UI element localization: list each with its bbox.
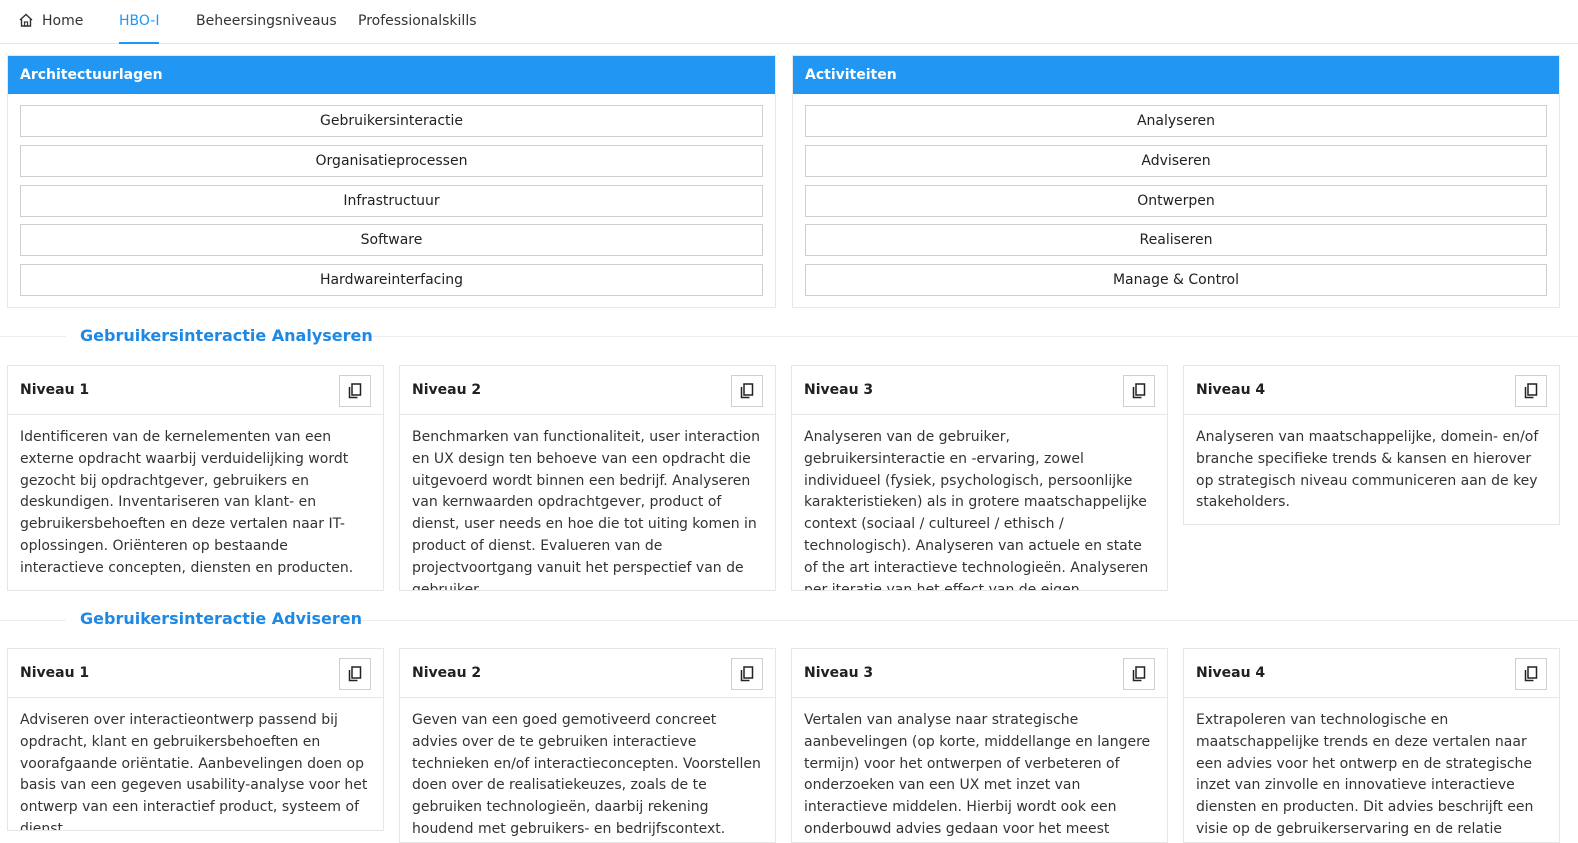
copy-icon — [1524, 383, 1538, 399]
level-card-3: Niveau 3 Vertalen van analyse naar strat… — [791, 648, 1168, 843]
level-description: Adviseren over interactieontwerp passend… — [20, 712, 368, 831]
copy-button[interactable] — [1123, 375, 1155, 407]
level-title: Niveau 1 — [20, 665, 90, 681]
level-title: Niveau 2 — [412, 382, 482, 398]
level-description: Vertalen van analyse naar strategische a… — [804, 712, 1151, 837]
copy-button[interactable] — [1515, 658, 1547, 690]
home-icon — [19, 13, 33, 27]
activiteiten-panel: Activiteiten Analyseren Adviseren Ontwer… — [792, 55, 1560, 308]
layer-button-infrastructuur[interactable]: Infrastructuur — [20, 185, 763, 217]
copy-icon — [740, 383, 754, 399]
architectuurlagen-panel: Architectuurlagen Gebruikersinteractie O… — [7, 55, 776, 308]
section-title-adviseren: Gebruikersinteractie Adviseren — [80, 609, 363, 628]
copy-icon — [1524, 666, 1538, 682]
activity-button-ontwerpen[interactable]: Ontwerpen — [805, 185, 1547, 217]
level-title: Niveau 3 — [804, 665, 874, 681]
tab-professionalskills[interactable]: Professionalskills — [358, 0, 477, 44]
layer-button-software[interactable]: Software — [20, 224, 763, 256]
level-card-2: Niveau 2 Benchmarken van functionaliteit… — [399, 365, 776, 591]
copy-button[interactable] — [339, 658, 371, 690]
activity-button-manage-control[interactable]: Manage & Control — [805, 264, 1547, 296]
level-description: Analyseren van de gebruiker, gebruikersi… — [804, 429, 1149, 591]
layer-button-organisatieprocessen[interactable]: Organisatieprocessen — [20, 145, 763, 177]
section-title-analyseren: Gebruikersinteractie Analyseren — [80, 326, 373, 345]
level-card-4: Niveau 4 Extrapoleren van technologische… — [1183, 648, 1560, 843]
level-description: Extrapoleren van technologische en maats… — [1196, 712, 1534, 837]
copy-icon — [348, 666, 362, 682]
copy-icon — [1132, 383, 1146, 399]
top-nav: Home HBO-I Beheersingsniveaus Profession… — [0, 0, 1578, 44]
level-description: Identificeren van de kernelementen van e… — [20, 429, 354, 576]
copy-button[interactable] — [1123, 658, 1155, 690]
activity-button-adviseren[interactable]: Adviseren — [805, 145, 1547, 177]
level-title: Niveau 4 — [1196, 665, 1266, 681]
layer-button-gebruikersinteractie[interactable]: Gebruikersinteractie — [20, 105, 763, 137]
tab-hbo-i[interactable]: HBO-I — [119, 0, 160, 44]
level-card-3: Niveau 3 Analyseren van de gebruiker, ge… — [791, 365, 1168, 591]
copy-icon — [1132, 666, 1146, 682]
copy-button[interactable] — [731, 658, 763, 690]
tab-beheersingsniveaus[interactable]: Beheersingsniveaus — [196, 0, 337, 44]
level-title: Niveau 1 — [20, 382, 90, 398]
activiteiten-header: Activiteiten — [793, 56, 1559, 94]
copy-icon — [740, 666, 754, 682]
level-card-2: Niveau 2 Geven van een goed gemotiveerd … — [399, 648, 776, 843]
copy-icon — [348, 383, 362, 399]
tab-home-label: Home — [42, 13, 84, 29]
level-card-1: Niveau 1 Adviseren over interactieontwer… — [7, 648, 384, 831]
level-title: Niveau 3 — [804, 382, 874, 398]
tab-home[interactable]: Home — [18, 0, 83, 44]
layer-button-hardwareinterfacing[interactable]: Hardwareinterfacing — [20, 264, 763, 296]
level-title: Niveau 4 — [1196, 382, 1266, 398]
level-description: Analyseren van maatschappelijke, domein-… — [1196, 429, 1539, 511]
level-description: Geven van een goed gemotiveerd concreet … — [412, 712, 761, 837]
level-description: Benchmarken van functionaliteit, user in… — [412, 429, 760, 591]
activity-button-realiseren[interactable]: Realiseren — [805, 224, 1547, 256]
copy-button[interactable] — [339, 375, 371, 407]
copy-button[interactable] — [731, 375, 763, 407]
level-card-4: Niveau 4 Analyseren van maatschappelijke… — [1183, 365, 1560, 525]
architectuurlagen-header: Architectuurlagen — [8, 56, 775, 94]
level-title: Niveau 2 — [412, 665, 482, 681]
copy-button[interactable] — [1515, 375, 1547, 407]
level-card-1: Niveau 1 Identificeren van de kernelemen… — [7, 365, 384, 591]
activity-button-analyseren[interactable]: Analyseren — [805, 105, 1547, 137]
